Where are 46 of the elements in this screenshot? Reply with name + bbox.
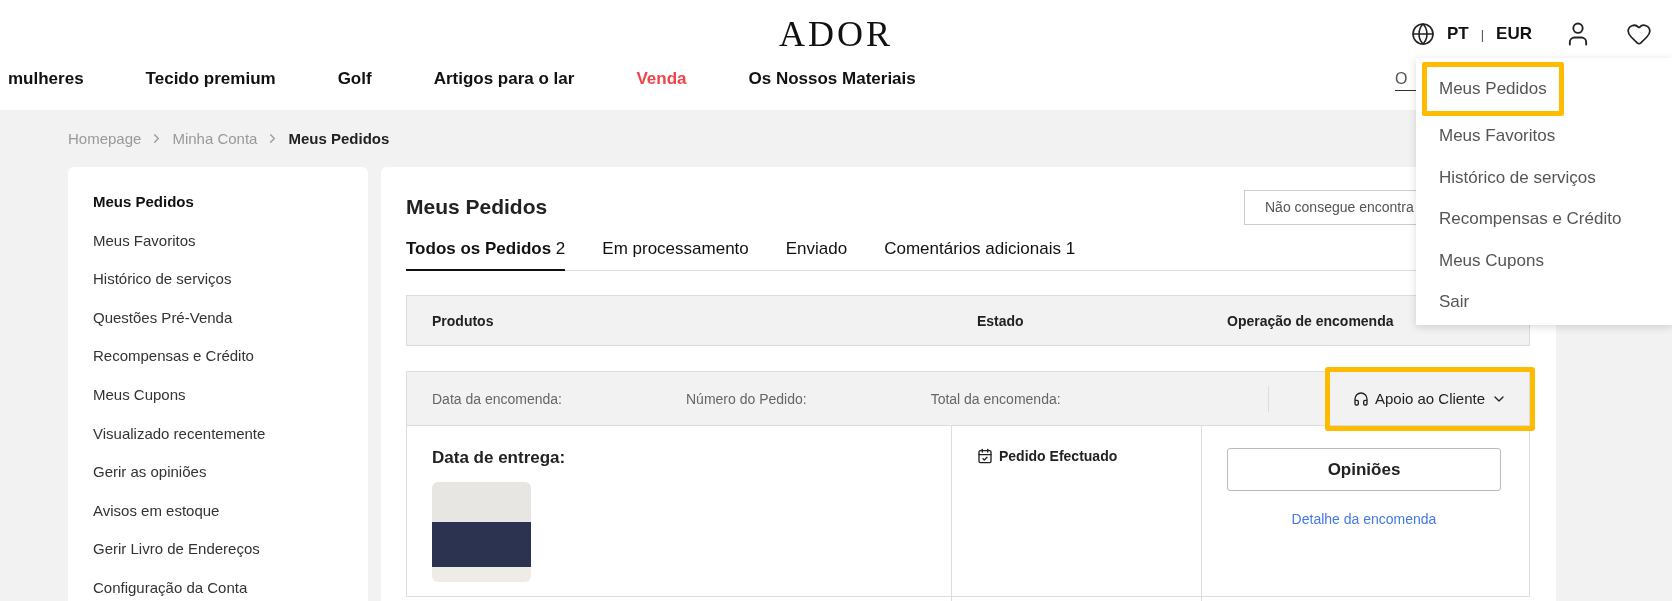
order-field-label: Data da encomenda: bbox=[432, 390, 562, 407]
nav-link[interactable]: Os Nossos Materiais bbox=[748, 69, 916, 89]
reviews-button[interactable]: Opiniões bbox=[1227, 448, 1501, 491]
sidebar-item[interactable]: Gerir Livro de Endereços bbox=[93, 530, 368, 569]
order-tab[interactable]: Todos os Pedidos 2 bbox=[406, 231, 566, 271]
menu-item[interactable]: Meus Cupons bbox=[1422, 234, 1561, 276]
sidebar-item[interactable]: Questões Pré-Venda bbox=[93, 298, 368, 338]
customer-support-button[interactable]: Apoio ao Cliente bbox=[1325, 366, 1535, 431]
sidebar-item[interactable]: Histórico de serviços bbox=[93, 260, 368, 299]
sidebar-item[interactable]: Meus Cupons bbox=[93, 375, 368, 415]
menu-item[interactable]: Sair bbox=[1422, 276, 1487, 318]
sidebar-item[interactable]: Avisos em estoque bbox=[93, 491, 368, 531]
sidebar-item[interactable]: Configuração da Conta bbox=[93, 568, 368, 601]
menu-item[interactable]: Meus Pedidos bbox=[1422, 62, 1564, 116]
sidebar-item[interactable]: Visualizado recentemente bbox=[93, 414, 368, 454]
nav-link[interactable]: Artigos para o lar bbox=[433, 69, 575, 89]
order-status: Pedido Efectuado bbox=[977, 448, 1176, 464]
brand-logo[interactable]: ADOR bbox=[779, 13, 893, 55]
page-title: Meus Pedidos bbox=[406, 195, 548, 219]
order-tab[interactable]: Em processamento bbox=[602, 231, 749, 271]
calendar-check-icon bbox=[977, 448, 993, 464]
order-detail-link[interactable]: Detalhe da encomenda bbox=[1227, 511, 1501, 527]
nav-link[interactable]: Venda bbox=[636, 69, 687, 89]
sidebar-item[interactable]: Recompensas e Crédito bbox=[93, 337, 368, 376]
globe-icon[interactable] bbox=[1410, 22, 1435, 46]
headset-icon bbox=[1352, 390, 1369, 407]
order-tab[interactable]: Comentários adicionais 1 bbox=[884, 231, 1076, 271]
currency-label[interactable]: EUR bbox=[1496, 24, 1532, 44]
column-header: Operação de encomenda bbox=[1227, 312, 1395, 329]
order-field-label: Número do Pedido: bbox=[686, 390, 807, 407]
breadcrumb-link[interactable]: Meus Pedidos bbox=[288, 130, 390, 147]
nav-link[interactable]: Tecido premium bbox=[145, 69, 276, 89]
sidebar-item[interactable]: Gerir as opiniões bbox=[93, 453, 368, 492]
nav-link[interactable]: mulheres bbox=[8, 69, 84, 89]
column-header: Produtos bbox=[432, 312, 495, 329]
order-field-label: Total da encomenda: bbox=[930, 390, 1061, 407]
order-tab[interactable]: Enviado bbox=[785, 231, 848, 271]
photo-placeholder[interactable] bbox=[432, 482, 531, 582]
sidebar-item[interactable]: Meus Pedidos bbox=[93, 183, 368, 222]
delivery-date-label: Data de entrega: bbox=[432, 448, 567, 468]
nav-link[interactable]: Golf bbox=[337, 69, 372, 89]
heart-icon[interactable] bbox=[1626, 21, 1652, 47]
language-label[interactable]: PT bbox=[1446, 24, 1469, 44]
separator-text: | bbox=[1480, 26, 1485, 42]
sidebar-item[interactable]: Meus Favoritos bbox=[93, 221, 368, 261]
column-header: Estado bbox=[977, 312, 1025, 329]
